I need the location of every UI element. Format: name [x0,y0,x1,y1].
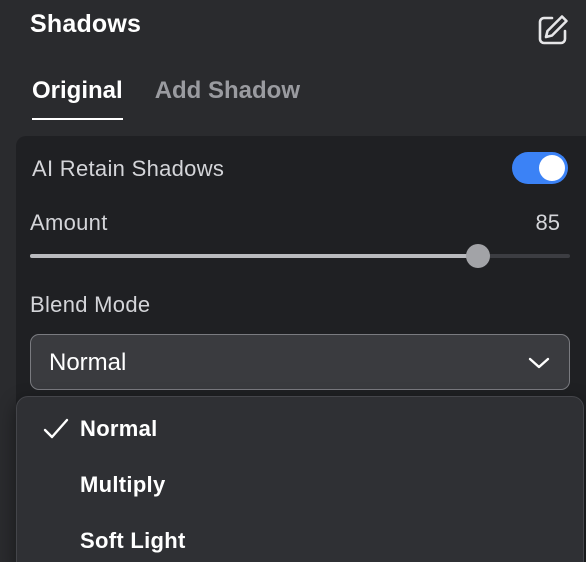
tab-bar: Original Add Shadow [32,74,332,122]
chevron-down-icon [528,357,550,369]
shadows-panel: Shadows Original Add Shadow AI Retain Sh… [0,0,586,562]
amount-slider[interactable] [30,244,570,268]
blend-mode-select[interactable]: Normal [30,334,570,390]
option-label: Soft Light [80,528,186,553]
blend-mode-dropdown-menu: Normal Multiply Soft Light [16,396,584,562]
retain-shadows-label: AI Retain Shadows [32,156,225,181]
tab-original[interactable]: Original [32,74,123,120]
slider-fill [30,254,479,258]
blend-mode-selected-value: Normal [49,349,127,376]
amount-label: Amount [30,210,108,235]
option-label: Normal [80,416,158,441]
tab-add-shadow[interactable]: Add Shadow [155,74,300,120]
checkmark-icon [43,418,69,439]
dropdown-option-normal[interactable]: Normal [17,400,583,456]
retain-shadows-toggle[interactable] [512,152,568,184]
slider-thumb[interactable] [466,244,491,268]
dropdown-option-multiply[interactable]: Multiply [17,456,583,512]
amount-value: 85 [535,210,560,235]
panel-title: Shadows [30,10,142,38]
dropdown-option-soft-light[interactable]: Soft Light [17,512,583,562]
blend-mode-label: Blend Mode [30,292,151,317]
option-label: Multiply [80,472,166,497]
edit-pencil-icon[interactable] [535,12,571,48]
toggle-knob [539,155,565,181]
